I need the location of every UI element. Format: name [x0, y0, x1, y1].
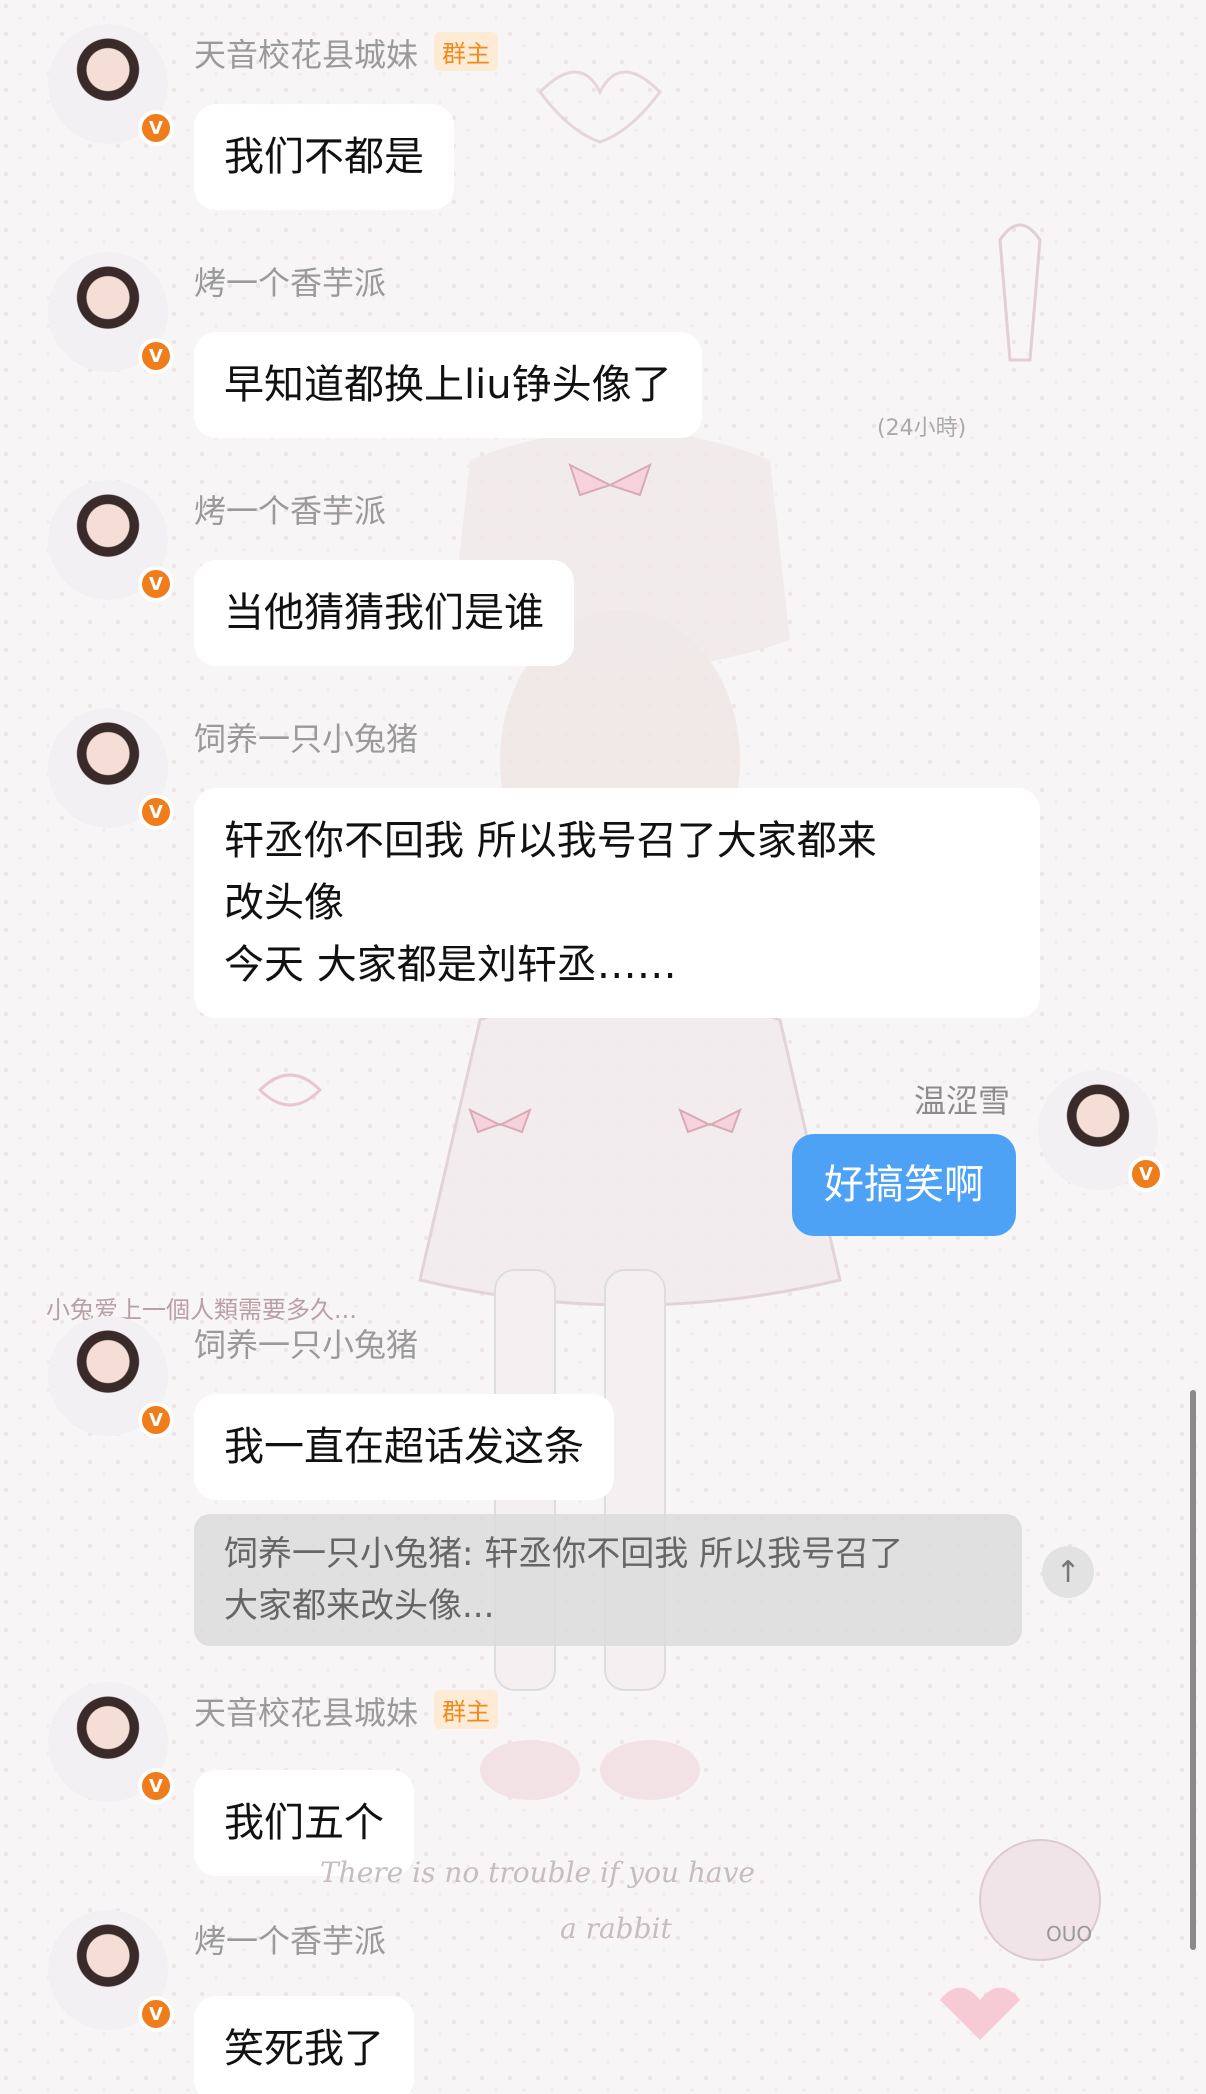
verified-badge-icon: V	[1128, 1156, 1164, 1192]
sender-avatar[interactable]: V	[48, 1316, 174, 1438]
scroll-to-top-button[interactable]: ↑	[1042, 1546, 1094, 1598]
group-owner-badge: 群主	[434, 32, 499, 71]
sender-name: 饲养一只小兔猪	[194, 1326, 419, 1364]
self-avatar[interactable]: V	[1038, 1070, 1164, 1192]
chat-background-illustration	[0, 0, 1206, 2094]
scrollbar[interactable]	[1190, 1390, 1196, 1950]
timestamp: (24小時)	[877, 416, 967, 441]
verified-badge-icon: V	[138, 1768, 174, 1804]
message-bubble[interactable]: 我们不都是	[194, 104, 454, 210]
sender-avatar[interactable]: V	[48, 252, 174, 374]
message-bubble[interactable]: 轩丞你不回我 所以我号召了大家都来 改头像 今天 大家都是刘轩丞……	[194, 788, 1040, 1018]
verified-badge-icon: V	[138, 1996, 174, 2032]
group-owner-badge: 群主	[434, 1690, 499, 1729]
message-bubble[interactable]: 我一直在超话发这条	[194, 1394, 614, 1500]
decor-line-2: a rabbit	[560, 1912, 672, 1945]
message-bubble[interactable]: 早知道都换上liu铮头像了	[194, 332, 702, 438]
decor-line-1: There is no trouble if you have	[320, 1856, 755, 1889]
verified-badge-icon: V	[138, 794, 174, 830]
sender-name: 天音校花县城妹 群主	[194, 30, 499, 76]
sender-name: 烤一个香芋派	[194, 1922, 387, 1960]
sender-name: 烤一个香芋派	[194, 264, 387, 302]
decor-ouo: OUO	[1046, 1922, 1093, 1946]
verified-badge-icon: V	[138, 1402, 174, 1438]
sender-avatar[interactable]: V	[48, 24, 174, 146]
verified-badge-icon: V	[138, 110, 174, 146]
sender-avatar[interactable]: V	[48, 708, 174, 830]
sender-avatar[interactable]: V	[48, 1910, 174, 2032]
message-bubble[interactable]: 当他猜猜我们是谁	[194, 560, 574, 666]
message-bubble[interactable]: 笑死我了	[194, 1996, 414, 2094]
sender-name: 饲养一只小兔猪	[194, 720, 419, 758]
sender-name: 天音校花县城妹 群主	[194, 1688, 499, 1734]
self-name: 温涩雪	[913, 1082, 1010, 1120]
self-message-bubble[interactable]: 好搞笑啊	[792, 1134, 1016, 1236]
quoted-message[interactable]: 饲养一只小兔猪: 轩丞你不回我 所以我号召了 大家都来改头像...	[194, 1514, 1022, 1646]
verified-badge-icon: V	[138, 338, 174, 374]
sender-name: 烤一个香芋派	[194, 492, 387, 530]
sender-avatar[interactable]: V	[48, 480, 174, 602]
verified-badge-icon: V	[138, 566, 174, 602]
sender-avatar[interactable]: V	[48, 1682, 174, 1804]
